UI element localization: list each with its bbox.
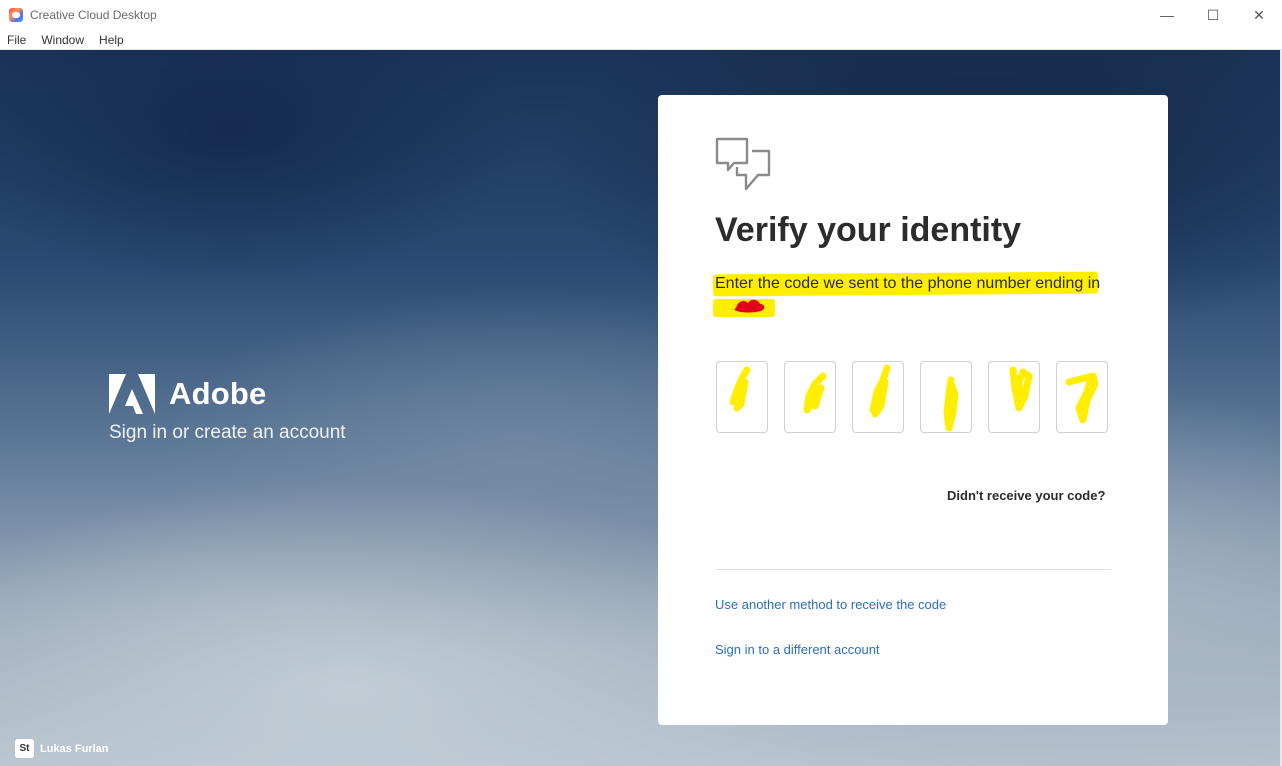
code-digit-3[interactable] [852,361,904,433]
instruction-text: Enter the code we sent to the phone numb… [715,275,1101,292]
scribble-mark [729,366,751,412]
menu-file[interactable]: File [7,33,26,47]
user-name: Lukas Furlan [40,742,109,755]
scribble-mark [1065,372,1099,424]
chat-bubbles-icon [715,137,771,191]
user-badge: St Lukas Furlan [15,739,108,758]
scribble-mark [943,376,959,432]
menu-help[interactable]: Help [99,33,124,47]
alternate-method-link[interactable]: Use another method to receive the code [715,597,946,612]
verify-identity-card: Verify your identity Enter the code we s… [658,95,1168,725]
menu-window[interactable]: Window [41,33,84,47]
code-digit-1[interactable] [716,361,768,433]
minimize-button[interactable]: — [1144,0,1190,30]
scribble-mark [869,364,891,418]
code-digit-2[interactable] [784,361,836,433]
creative-cloud-icon [9,8,23,22]
menu-bar: File Window Help [0,30,1282,50]
different-account-link[interactable]: Sign in to a different account [715,642,880,657]
window-title: Creative Cloud Desktop [30,8,157,22]
verification-code-inputs [716,361,1124,433]
scribble-mark [803,372,827,414]
code-digit-5[interactable] [988,361,1040,433]
scribble-mark [1009,366,1033,412]
code-digit-6[interactable] [1056,361,1108,433]
title-bar: Creative Cloud Desktop — ☐ ✕ [0,0,1282,30]
code-digit-4[interactable] [920,361,972,433]
adobe-wordmark: Adobe [169,376,267,411]
divider [715,569,1111,570]
user-initials-badge: St [15,739,34,758]
page-title: Verify your identity [715,211,1022,249]
redaction-scribble [734,299,765,313]
window-controls: — ☐ ✕ [1144,0,1282,30]
maximize-button[interactable]: ☐ [1190,0,1236,30]
brand-tagline: Sign in or create an account [109,422,346,443]
close-button[interactable]: ✕ [1236,0,1282,30]
adobe-brand: Adobe Sign in or create an account [109,374,346,444]
adobe-logo-icon [109,374,155,414]
resend-code-link[interactable]: Didn't receive your code? [947,488,1105,503]
